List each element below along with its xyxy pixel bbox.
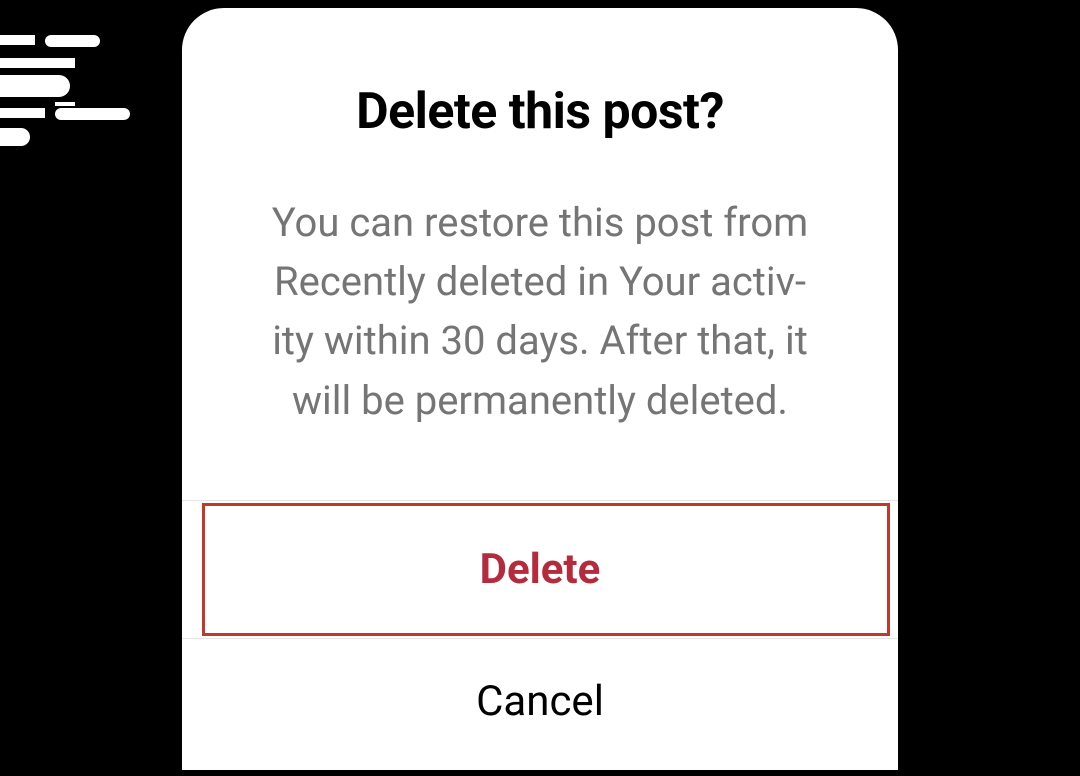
cancel-button[interactable]: Cancel (182, 638, 898, 770)
delete-confirmation-dialog: Delete this post? You can restore this p… (182, 8, 898, 770)
dialog-title: Delete this post? (356, 83, 724, 141)
delete-row: Delete (182, 500, 898, 638)
dialog-body: You can restore this post from Recently … (260, 193, 820, 430)
dialog-actions: Delete Cancel (182, 500, 898, 770)
background-decoration (0, 20, 160, 150)
dialog-content: Delete this post? You can restore this p… (182, 8, 898, 500)
delete-button[interactable]: Delete (182, 501, 898, 638)
